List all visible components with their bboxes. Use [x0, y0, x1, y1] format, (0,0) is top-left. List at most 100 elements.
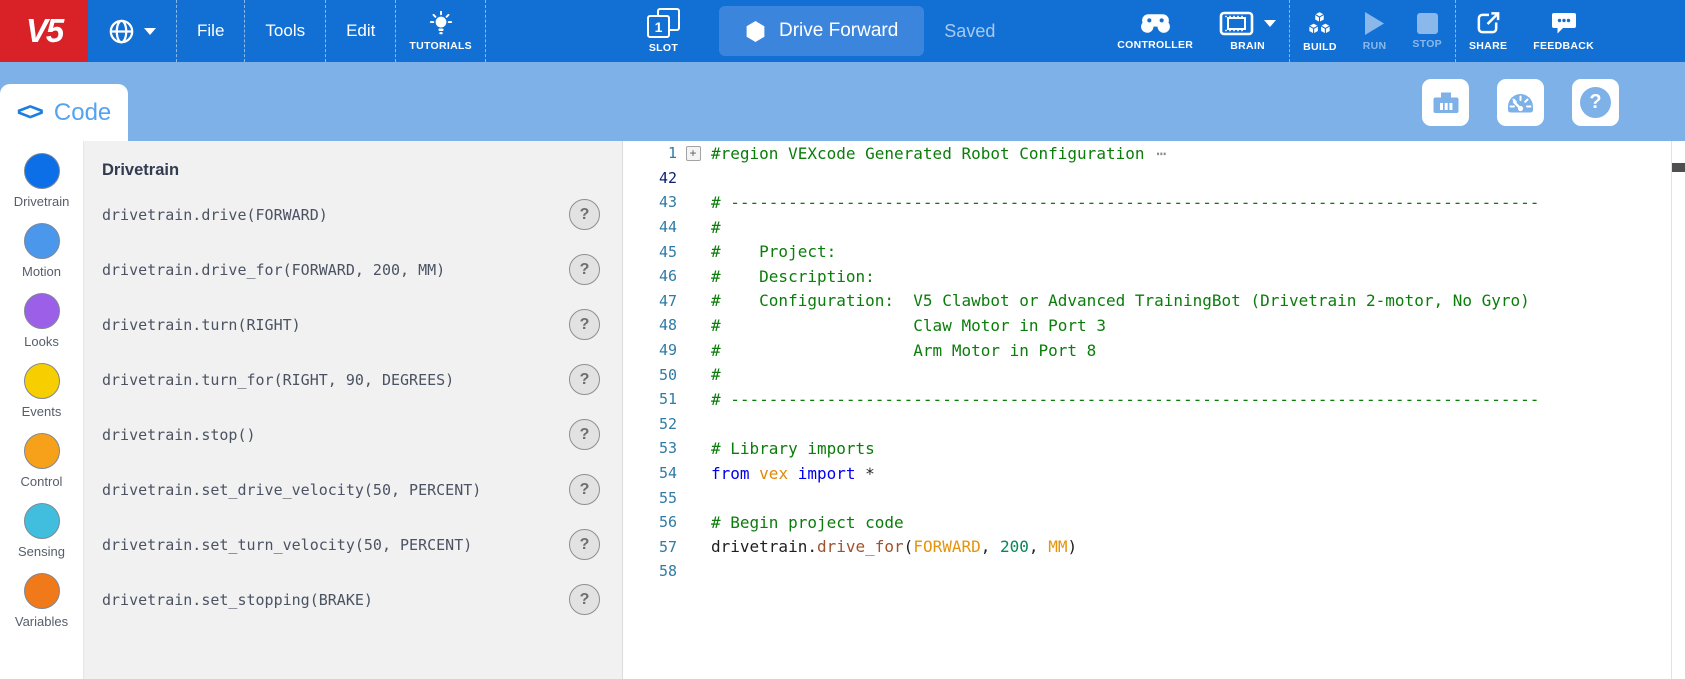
category-label: Variables	[15, 614, 68, 629]
code-line: 54from vex import *	[623, 461, 1685, 486]
fold-ellipsis[interactable]: ⋯	[1156, 144, 1168, 163]
chevron-down-icon	[144, 28, 156, 35]
top-toolbar: V5 File Tools Edit TUTORIALS 1	[0, 0, 1685, 62]
command-text[interactable]: drivetrain.set_drive_velocity(50, PERCEN…	[102, 481, 481, 499]
stop-square-icon	[1417, 13, 1438, 34]
category-color-dot	[24, 153, 60, 189]
command-help-button[interactable]: ?	[569, 199, 600, 230]
code-lines: 1+#region VEXcode Generated Robot Config…	[623, 141, 1685, 584]
secondary-toolbar: <> Code ?	[0, 62, 1685, 141]
tutorials-button[interactable]: TUTORIALS	[396, 0, 485, 62]
sidebar-item-variables[interactable]: Variables	[0, 573, 83, 643]
tab-code[interactable]: <> Code	[0, 84, 128, 141]
build-label: BUILD	[1303, 41, 1337, 53]
code-line: 52	[623, 412, 1685, 437]
command-help-button[interactable]: ?	[569, 474, 600, 505]
run-button[interactable]: RUN	[1350, 0, 1400, 62]
code-token-kw: import	[798, 464, 856, 483]
line-number: 58	[623, 562, 677, 580]
share-button[interactable]: SHARE	[1456, 0, 1520, 62]
code-text: #	[706, 365, 721, 384]
menu-edit[interactable]: Edit	[326, 0, 395, 62]
menu-tools[interactable]: Tools	[245, 0, 325, 62]
share-label: SHARE	[1469, 40, 1507, 52]
project-name-button[interactable]: Drive Forward	[719, 6, 924, 56]
category-color-dot	[24, 503, 60, 539]
line-number: 47	[623, 292, 677, 310]
command-list: drivetrain.drive(FORWARD)?drivetrain.dri…	[84, 187, 622, 627]
devices-button[interactable]	[1422, 79, 1469, 126]
code-token-comment: # --------------------------------------…	[711, 390, 1539, 409]
category-color-dot	[24, 293, 60, 329]
sidebar-item-drivetrain[interactable]: Drivetrain	[0, 153, 83, 223]
help-button[interactable]: ?	[1572, 79, 1619, 126]
code-token-comment: #	[711, 365, 721, 384]
sidebar-item-looks[interactable]: Looks	[0, 293, 83, 363]
question-mark-icon: ?	[1580, 87, 1611, 118]
dashboard-button[interactable]	[1497, 79, 1544, 126]
command-text[interactable]: drivetrain.set_stopping(BRAKE)	[102, 591, 373, 609]
command-help-button[interactable]: ?	[569, 254, 600, 285]
code-text: from vex import *	[706, 464, 875, 483]
command-row: drivetrain.drive(FORWARD)?	[84, 187, 622, 242]
language-menu-button[interactable]	[88, 0, 176, 62]
controller-icon	[1138, 12, 1173, 35]
code-token-comment: # Project:	[711, 242, 836, 261]
code-editor[interactable]: 1+#region VEXcode Generated Robot Config…	[623, 141, 1685, 679]
line-number: 48	[623, 316, 677, 334]
code-token-plain: ,	[981, 537, 1000, 556]
fold-expand-icon[interactable]: +	[680, 146, 706, 161]
command-help-button[interactable]: ?	[569, 529, 600, 560]
sidebar-item-control[interactable]: Control	[0, 433, 83, 503]
line-number: 52	[623, 415, 677, 433]
command-text[interactable]: drivetrain.set_turn_velocity(50, PERCENT…	[102, 536, 472, 554]
controller-button[interactable]: CONTROLLER	[1104, 0, 1206, 62]
v5-logo[interactable]: V5	[0, 0, 88, 62]
code-line: 57drivetrain.drive_for(FORWARD, 200, MM)	[623, 535, 1685, 560]
build-button[interactable]: BUILD	[1290, 0, 1350, 62]
code-text: # --------------------------------------…	[706, 193, 1539, 212]
command-text[interactable]: drivetrain.stop()	[102, 426, 256, 444]
editor-scrollbar[interactable]	[1671, 141, 1685, 679]
command-help-button[interactable]: ?	[569, 309, 600, 340]
menu-edit-label: Edit	[346, 21, 375, 41]
brain-icon	[1219, 11, 1276, 36]
main-area: DrivetrainMotionLooksEventsControl Sensin…	[0, 141, 1685, 679]
command-text[interactable]: drivetrain.drive(FORWARD)	[102, 206, 328, 224]
slot-button[interactable]: 1 SLOT	[634, 0, 693, 62]
menu-file[interactable]: File	[177, 0, 244, 62]
save-status: Saved	[944, 21, 995, 42]
scrollbar-thumb[interactable]	[1672, 163, 1685, 172]
command-panel-header: Drivetrain	[84, 151, 622, 187]
controller-label: CONTROLLER	[1117, 39, 1193, 51]
code-token-const: MM	[1048, 537, 1067, 556]
sidebar-item-events[interactable]: Events	[0, 363, 83, 433]
command-text[interactable]: drivetrain.drive_for(FORWARD, 200, MM)	[102, 261, 445, 279]
chevron-down-icon	[1264, 20, 1276, 27]
command-help-button[interactable]: ?	[569, 419, 600, 450]
editor-action-buttons: ?	[1422, 79, 1619, 126]
feedback-button[interactable]: FEEDBACK	[1520, 0, 1607, 62]
sidebar-item-sensing[interactable]: Sensing	[0, 503, 83, 573]
command-text[interactable]: drivetrain.turn(RIGHT)	[102, 316, 301, 334]
feedback-bubble-icon	[1550, 11, 1578, 36]
line-number: 42	[623, 169, 677, 187]
command-row: drivetrain.drive_for(FORWARD, 200, MM)?	[84, 242, 622, 297]
category-label: Sensing	[18, 544, 65, 559]
brain-button[interactable]: BRAIN	[1206, 0, 1289, 62]
command-help-button[interactable]: ?	[569, 364, 600, 395]
code-token-comment: # Begin project code	[711, 513, 904, 532]
code-token-comment: # Description:	[711, 267, 875, 286]
menu-tools-label: Tools	[265, 21, 305, 41]
code-token-plain: drivetrain.	[711, 537, 817, 556]
plus-box-icon[interactable]: +	[686, 146, 701, 161]
command-help-button[interactable]: ?	[569, 584, 600, 615]
command-text[interactable]: drivetrain.turn_for(RIGHT, 90, DEGREES)	[102, 371, 454, 389]
code-line: 49# Arm Motor in Port 8	[623, 338, 1685, 363]
line-number: 44	[623, 218, 677, 236]
stop-button[interactable]: STOP	[1399, 0, 1455, 62]
sidebar-item-motion[interactable]: Motion	[0, 223, 83, 293]
code-text: #region VEXcode Generated Robot Configur…	[706, 144, 1168, 163]
code-line: 45# Project:	[623, 239, 1685, 264]
code-token-plain	[788, 464, 798, 483]
